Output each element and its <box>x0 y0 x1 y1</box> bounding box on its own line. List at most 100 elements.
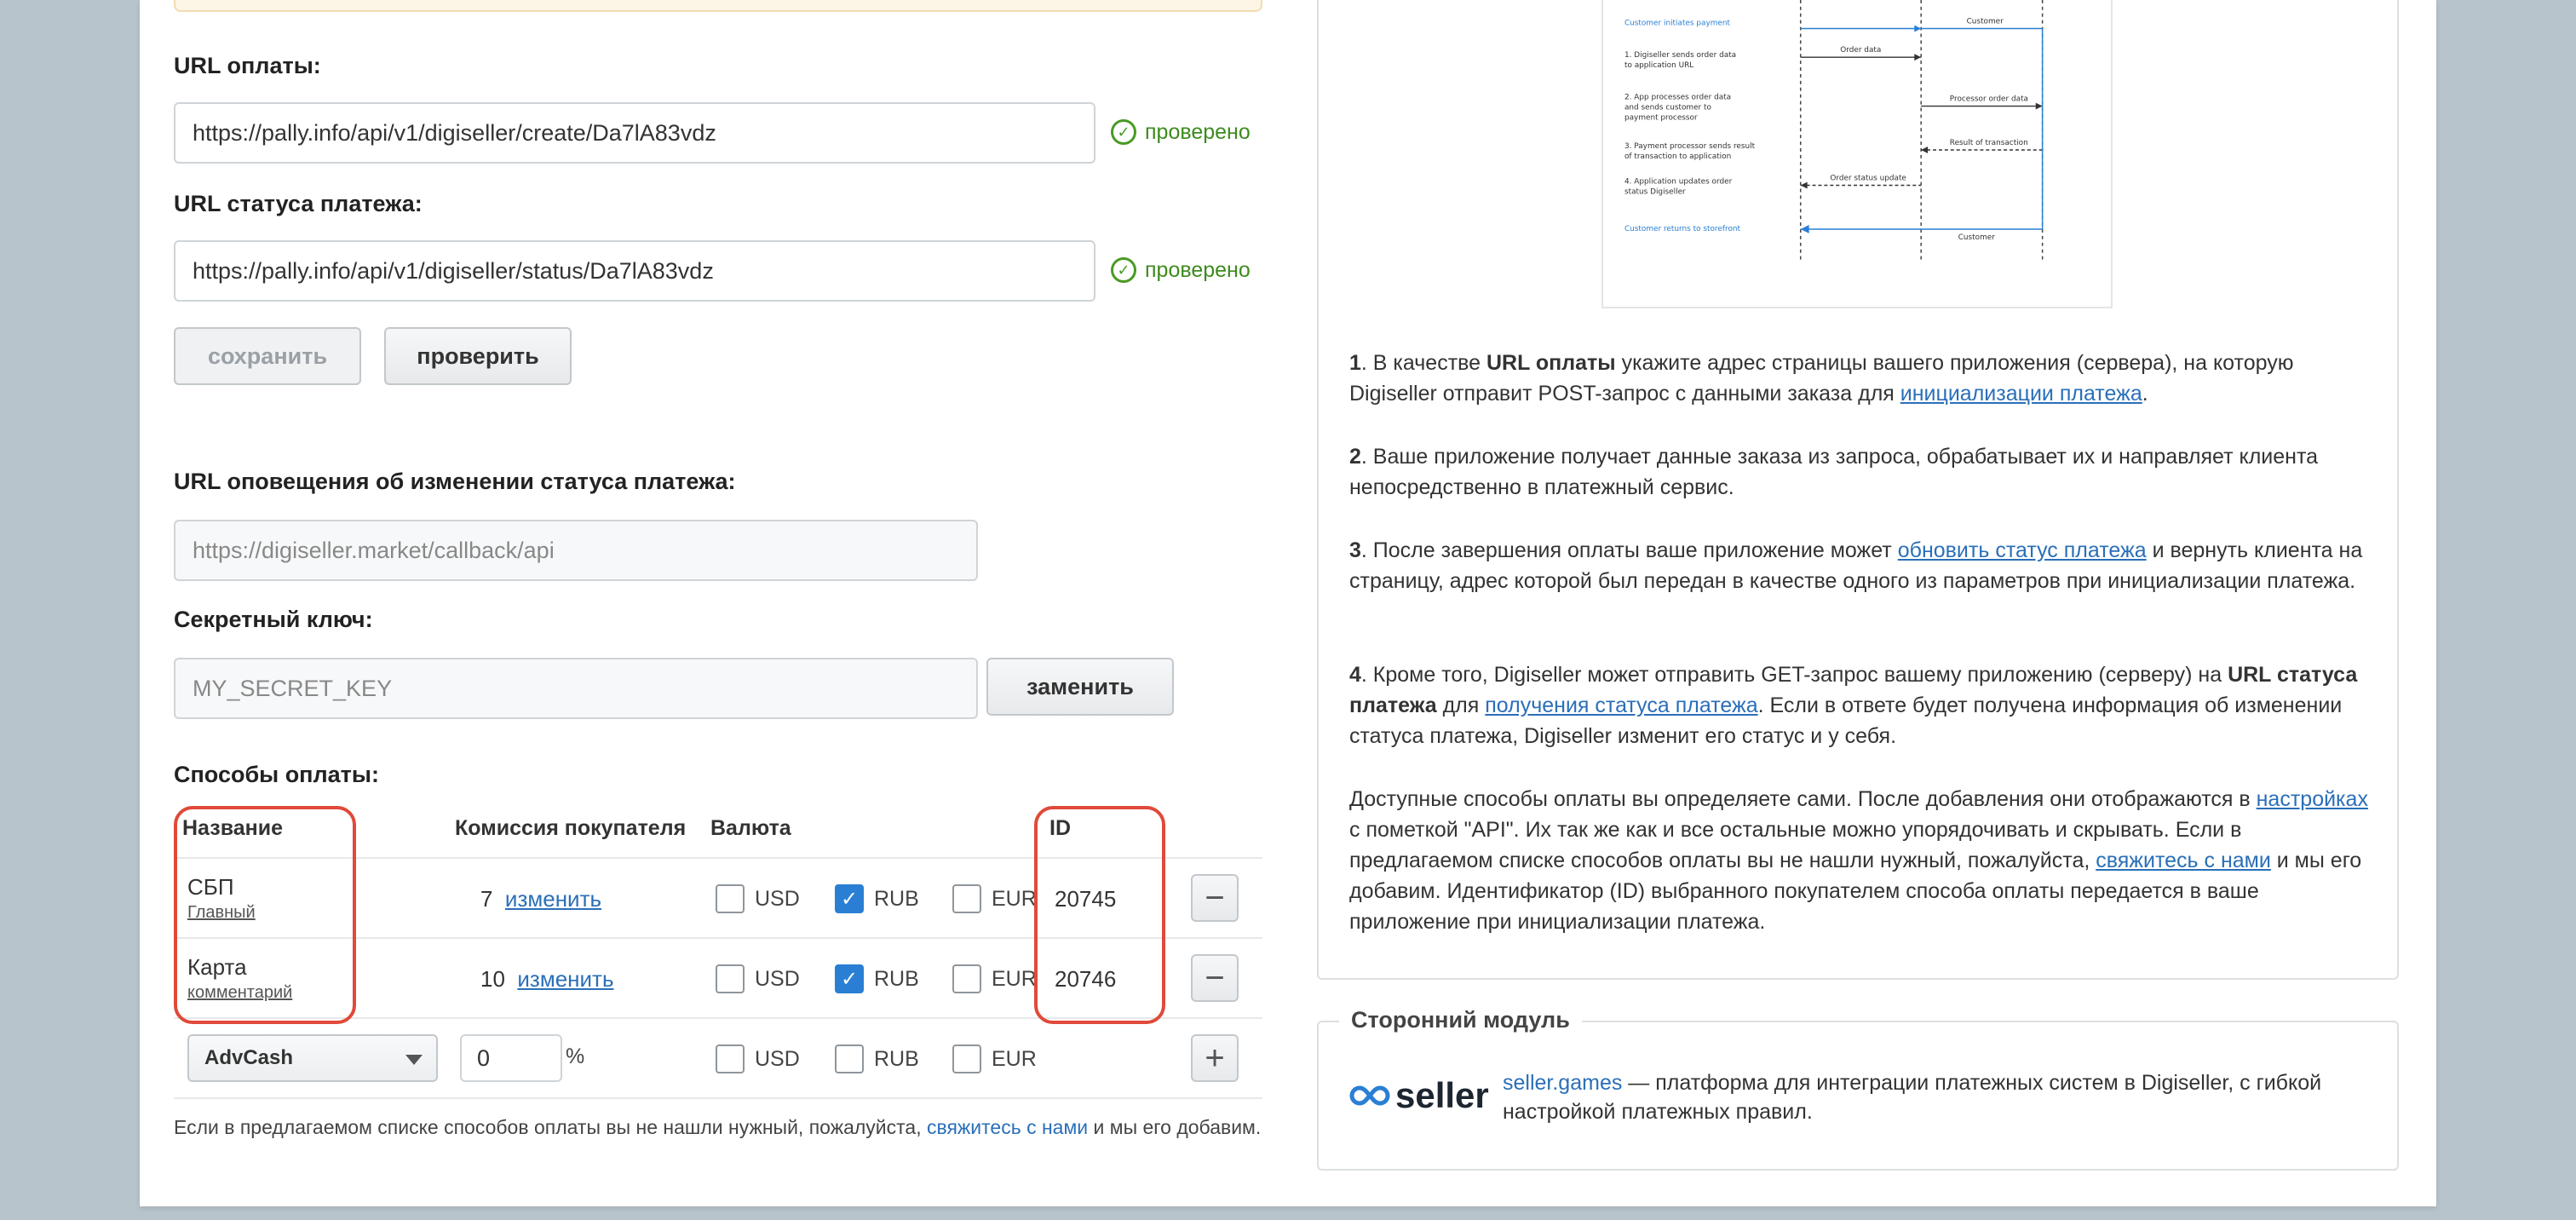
diagram-label: Processor order data <box>1950 95 2028 104</box>
info-paragraph-5: Доступные способы оплаты вы определяете … <box>1349 784 2372 937</box>
checkbox-box[interactable] <box>716 884 745 913</box>
contact-us-link[interactable]: свяжитесь с нами <box>927 1116 1088 1138</box>
eur-checkbox[interactable]: EUR <box>952 884 1037 913</box>
caret-down-icon <box>405 1055 423 1065</box>
diagram-label: Customer initiates payment <box>1624 20 1731 28</box>
methods-footnote: Если в предлагаемом списке способов опла… <box>174 1114 1281 1140</box>
footnote-text-end: и мы его добавим. <box>1088 1116 1262 1138</box>
percent-sign: % <box>566 1044 585 1068</box>
usd-checkbox[interactable]: USD <box>716 884 800 913</box>
eur-checkbox[interactable]: EUR <box>952 964 1037 993</box>
commission-value: 10 <box>480 966 505 992</box>
para-text: . <box>2142 382 2148 406</box>
col-currency-header: Валюта <box>710 816 791 840</box>
status-url-status: ✓ проверено <box>1111 257 1251 283</box>
commission-value: 7 <box>480 886 493 912</box>
checkbox-box[interactable] <box>952 884 981 913</box>
diagram-label: 1. Digiseller sends order data <box>1624 51 1736 60</box>
checkbox-box[interactable] <box>716 1044 745 1073</box>
callback-url-label: URL оповещения об изменении статуса плат… <box>174 469 736 494</box>
eur-label: EUR <box>992 1046 1037 1071</box>
get-status-link[interactable]: получения статуса платежа <box>1485 693 1757 717</box>
method-select-value: AdvCash <box>204 1046 294 1069</box>
checkmark-icon[interactable]: ✓ <box>835 964 864 993</box>
check-circle-icon: ✓ <box>1111 257 1136 283</box>
info-paragraph-2: 2. Ваше приложение получает данные заказ… <box>1349 441 2372 503</box>
edit-commission-link[interactable]: изменить <box>517 966 613 992</box>
info-paragraph-3: 3. После завершения оплаты ваше приложен… <box>1349 535 2372 596</box>
diagram-label: 4. Application updates order <box>1624 178 1733 187</box>
payment-url-status: ✓ проверено <box>1111 119 1251 145</box>
footnote-text: Если в предлагаемом списке способов опла… <box>174 1116 927 1138</box>
step-number: 2 <box>1349 445 1361 469</box>
add-method-button[interactable]: + <box>1191 1034 1239 1082</box>
para-text: Доступные способы оплаты вы определяете … <box>1349 787 2257 811</box>
checkbox-box[interactable] <box>952 1044 981 1073</box>
checkbox-box[interactable] <box>716 964 745 993</box>
diagram-label: Result of transaction <box>1950 139 2028 147</box>
infinity-icon <box>1349 1085 1390 1106</box>
diagram-label: Order status update <box>1830 175 1906 183</box>
rub-checkbox[interactable]: ✓ RUB <box>835 964 919 993</box>
para-text: . Кроме того, Digiseller может отправить… <box>1360 663 2228 687</box>
checkmark-icon[interactable]: ✓ <box>835 884 864 913</box>
para-text: . После завершения оплаты ваше приложени… <box>1360 538 1898 562</box>
rub-label: RUB <box>874 966 919 991</box>
replace-key-button[interactable]: заменить <box>986 658 1174 716</box>
secret-key-label: Секретный ключ: <box>174 607 373 632</box>
diagram-label: Customer <box>1958 233 1996 242</box>
module-text: — платформа для интеграции платежных сис… <box>1503 1071 2322 1124</box>
checkbox-box[interactable] <box>835 1044 864 1073</box>
logo-text: seller <box>1395 1075 1489 1115</box>
rub-checkbox[interactable]: ✓ RUB <box>835 884 919 913</box>
check-circle-icon: ✓ <box>1111 119 1136 145</box>
diagram-label: Customer <box>1967 18 2004 26</box>
new-commission-input[interactable]: 0 <box>460 1034 562 1082</box>
eur-checkbox[interactable]: EUR <box>952 1044 1037 1073</box>
remove-method-button[interactable]: − <box>1191 954 1239 1002</box>
remove-method-button[interactable]: − <box>1191 874 1239 922</box>
method-commission: 7 изменить <box>480 886 601 912</box>
payment-url-status-text: проверено <box>1145 119 1251 144</box>
info-paragraph-4: 4. Кроме того, Digiseller может отправит… <box>1349 659 2372 751</box>
diagram-label: 3. Payment processor sends result <box>1624 142 1756 151</box>
step-number: 3 <box>1349 538 1361 562</box>
seller-logo: seller <box>1349 1075 1489 1116</box>
callback-url-input: https://digiseller.market/callback/api <box>174 520 978 581</box>
checkbox-box[interactable] <box>952 964 981 993</box>
settings-link[interactable]: настройках <box>2257 787 2368 811</box>
method-select[interactable]: AdvCash <box>187 1034 438 1082</box>
usd-checkbox[interactable]: USD <box>716 964 800 993</box>
eur-label: EUR <box>992 966 1037 991</box>
status-url-label: URL статуса платежа: <box>174 191 423 216</box>
id-column-highlight <box>1034 806 1165 1024</box>
para-text: . Ваше приложение получает данные заказа… <box>1349 445 2319 499</box>
edit-commission-link[interactable]: изменить <box>505 886 601 912</box>
eur-label: EUR <box>992 886 1037 911</box>
payment-url-label: URL оплаты: <box>174 53 321 78</box>
init-payment-link[interactable]: инициализации платежа <box>1900 382 2142 406</box>
contact-us-link[interactable]: свяжитесь с нами <box>2096 849 2271 872</box>
diagram-label: status Digiseller <box>1624 187 1686 196</box>
rub-checkbox[interactable]: RUB <box>835 1044 919 1073</box>
para-text: для <box>1436 693 1486 717</box>
method-commission: 10 изменить <box>480 966 614 993</box>
seller-games-link[interactable]: seller.games <box>1503 1071 1622 1095</box>
usd-label: USD <box>755 966 800 991</box>
payment-url-input[interactable]: https://pally.info/api/v1/digiseller/cre… <box>174 102 1095 164</box>
status-url-input[interactable]: https://pally.info/api/v1/digiseller/sta… <box>174 240 1095 302</box>
update-status-link[interactable]: обновить статус платежа <box>1898 538 2147 562</box>
step-number: 4 <box>1349 663 1361 687</box>
module-title: Сторонний модуль <box>1339 1007 1582 1033</box>
name-column-highlight <box>174 806 356 1024</box>
check-button[interactable]: проверить <box>384 327 572 385</box>
diagram-label: to application URL <box>1624 61 1693 70</box>
warning-banner <box>174 0 1262 12</box>
diagram-label: 2. App processes order data <box>1624 94 1731 102</box>
minus-icon: − <box>1205 958 1225 997</box>
save-button[interactable]: сохранить <box>174 327 361 385</box>
table-divider <box>174 1097 1262 1099</box>
payment-methods-label: Способы оплаты: <box>174 762 379 787</box>
diagram-label: Customer returns to storefront <box>1624 225 1741 233</box>
usd-checkbox[interactable]: USD <box>716 1044 800 1073</box>
